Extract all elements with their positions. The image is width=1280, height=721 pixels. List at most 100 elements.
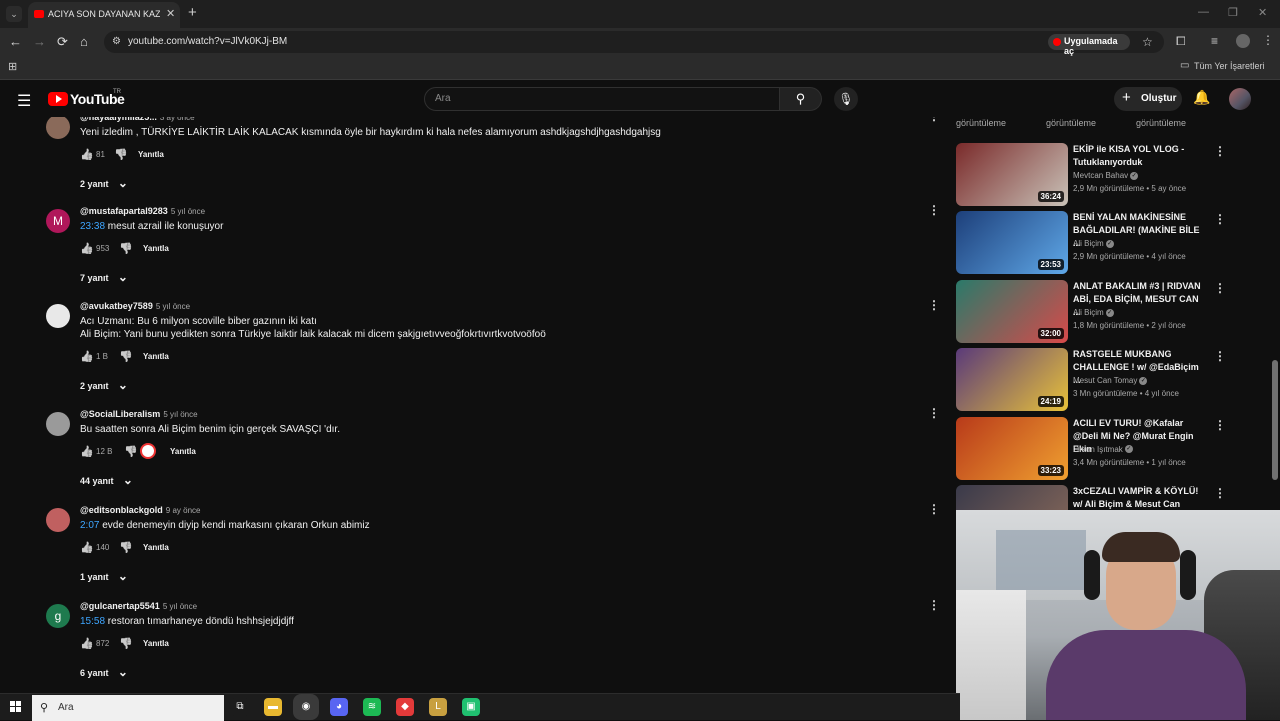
view-replies-button[interactable]: 1 yanıt ⌄ — [80, 569, 128, 583]
view-replies-button[interactable]: 7 yanıt ⌄ — [80, 270, 128, 284]
reply-button[interactable]: Yanıtla — [143, 244, 169, 253]
comment-time[interactable]: 5 yıl önce — [163, 410, 197, 419]
video-options-icon[interactable]: ⋮ — [1214, 144, 1226, 158]
like-icon[interactable]: 👍 — [80, 148, 94, 161]
comment-author[interactable]: @SocialLiberalism — [80, 409, 160, 419]
address-bar[interactable]: ⚙ youtube.com/watch?v=JlVk0KJj-BM Uygula… — [104, 31, 1164, 56]
video-options-icon[interactable]: ⋮ — [1214, 212, 1226, 226]
forward-button[interactable]: → — [33, 34, 46, 49]
dislike-icon[interactable]: 👎 — [119, 637, 133, 650]
comment-options-icon[interactable]: ⋮ — [928, 502, 940, 516]
comment-avatar[interactable]: M — [46, 209, 70, 233]
comment-options-icon[interactable]: ⋮ — [928, 117, 940, 123]
close-window-button[interactable]: ✕ — [1258, 6, 1267, 19]
maximize-button[interactable]: ❐ — [1228, 6, 1238, 19]
channel-name[interactable]: Ali Biçim — [1073, 308, 1104, 317]
reply-button[interactable]: Yanıtla — [143, 639, 169, 648]
comment-avatar[interactable] — [46, 304, 70, 328]
discord-icon[interactable]: ◕ — [330, 698, 348, 716]
comment-options-icon[interactable]: ⋮ — [928, 406, 940, 420]
comment-options-icon[interactable]: ⋮ — [928, 298, 940, 312]
scrollbar-thumb[interactable] — [1272, 360, 1278, 480]
channel-name[interactable]: Mevtcan Bahav — [1073, 171, 1128, 180]
new-tab-button[interactable]: + — [188, 4, 197, 21]
view-replies-button[interactable]: 6 yanıt ⌄ — [80, 665, 128, 679]
profile-avatar-icon[interactable] — [1236, 34, 1250, 48]
league-icon[interactable]: L — [429, 698, 447, 716]
video-thumbnail[interactable]: 36:24 — [956, 143, 1068, 206]
video-options-icon[interactable]: ⋮ — [1214, 418, 1226, 432]
reload-button[interactable]: ⟳ — [57, 34, 68, 50]
file-explorer-icon[interactable]: ▬ — [264, 698, 282, 716]
comment-time[interactable]: 5 yıl önce — [163, 602, 197, 611]
dislike-icon[interactable]: 👎 — [114, 148, 128, 161]
comment-timestamp-link[interactable]: 2:07 — [80, 520, 99, 531]
browser-tab[interactable]: ACIYA SON DAYANAN KAZANIR ✕ — [28, 2, 180, 28]
video-thumbnail[interactable]: 33:23 — [956, 416, 1068, 480]
comment-avatar[interactable] — [46, 117, 70, 139]
video-thumbnail[interactable]: 23:53 — [956, 211, 1068, 275]
comment-time[interactable]: 3 ay önce — [160, 117, 195, 122]
video-thumbnail[interactable] — [956, 485, 1068, 510]
dislike-icon[interactable]: 👎 — [119, 350, 133, 363]
comment-avatar[interactable] — [46, 508, 70, 532]
site-info-icon[interactable]: ⚙ — [112, 36, 121, 47]
tab-close-icon[interactable]: ✕ — [166, 7, 175, 20]
extensions-icon[interactable]: ⧠ — [1176, 34, 1186, 49]
reply-button[interactable]: Yanıtla — [170, 447, 196, 456]
browser-menu-icon[interactable]: ⋮ — [1262, 33, 1274, 47]
voice-search-mic-icon[interactable]: 🎙 — [834, 87, 858, 111]
dislike-icon[interactable]: 👎 — [119, 242, 133, 255]
all-bookmarks-link[interactable]: Tüm Yer İşaretleri — [1194, 61, 1265, 71]
task-view-icon[interactable]: ⧉ — [231, 698, 249, 716]
video-options-icon[interactable]: ⋮ — [1214, 486, 1226, 500]
video-title[interactable]: EKİP ile KISA YOL VLOG - Tutuklanıyorduk — [1073, 143, 1207, 169]
video-title[interactable]: 3xCEZALI VAMPİR & KÖYLÜ! w/ Ali Biçim & … — [1073, 485, 1207, 510]
create-button[interactable]: + Oluştur — [1114, 87, 1182, 111]
reading-list-icon[interactable]: ≡ — [1211, 34, 1218, 48]
open-in-app-button[interactable]: Uygulamada aç — [1048, 34, 1130, 56]
reply-button[interactable]: Yanıtla — [138, 150, 164, 159]
comment-author[interactable]: @hayaalymilaz5... — [80, 117, 157, 122]
view-replies-button[interactable]: 2 yanıt ⌄ — [80, 176, 128, 190]
comment-time[interactable]: 9 ay önce — [166, 506, 201, 515]
windows-start-icon[interactable] — [10, 701, 22, 713]
video-options-icon[interactable]: ⋮ — [1214, 281, 1226, 295]
reply-button[interactable]: Yanıtla — [143, 543, 169, 552]
app-red-icon[interactable]: ◆ — [396, 698, 414, 716]
comment-timestamp-link[interactable]: 23:38 — [80, 221, 105, 232]
hamburger-menu-icon[interactable]: ☰ — [17, 91, 31, 111]
channel-name[interactable]: Mesut Can Tomay — [1073, 376, 1137, 385]
comment-avatar[interactable]: g — [46, 604, 70, 628]
notifications-bell-icon[interactable]: 🔔 — [1193, 89, 1210, 106]
comment-timestamp-link[interactable]: 15:58 — [80, 616, 105, 627]
view-replies-button[interactable]: 44 yanıt ⌄ — [80, 473, 133, 487]
video-thumbnail[interactable]: 24:19 — [956, 348, 1068, 412]
apps-grid-icon[interactable]: ⊞ — [8, 60, 17, 73]
comment-options-icon[interactable]: ⋮ — [928, 598, 940, 612]
channel-name[interactable]: Orkun Işıtmak — [1073, 445, 1123, 454]
like-icon[interactable]: 👍 — [80, 242, 94, 255]
comment-time[interactable]: 5 yıl önce — [156, 302, 190, 311]
minimize-button[interactable]: — — [1198, 6, 1209, 18]
comment-author[interactable]: @mustafapartal9283 — [80, 206, 168, 216]
tab-search-button[interactable]: ⌄ — [6, 6, 22, 22]
channel-name[interactable]: Ali Biçim — [1073, 239, 1104, 248]
reply-button[interactable]: Yanıtla — [143, 352, 169, 361]
app-green-icon[interactable]: ▣ — [462, 698, 480, 716]
comment-author[interactable]: @avukatbey7589 — [80, 301, 153, 311]
search-button[interactable]: ⚲ — [780, 87, 822, 111]
youtube-search-input[interactable]: Ara — [424, 87, 780, 111]
back-button[interactable]: ← — [9, 34, 22, 49]
bookmark-star-icon[interactable]: ☆ — [1142, 35, 1153, 49]
comment-author[interactable]: @editsonblackgold — [80, 505, 163, 515]
like-icon[interactable]: 👍 — [80, 350, 94, 363]
account-avatar[interactable] — [1229, 88, 1251, 110]
comment-author[interactable]: @gulcanertap5541 — [80, 601, 160, 611]
video-options-icon[interactable]: ⋮ — [1214, 349, 1226, 363]
dislike-icon[interactable]: 👎 — [119, 541, 133, 554]
view-replies-button[interactable]: 2 yanıt ⌄ — [80, 378, 128, 392]
like-icon[interactable]: 👍 — [80, 541, 94, 554]
comment-options-icon[interactable]: ⋮ — [928, 203, 940, 217]
spotify-icon[interactable]: ≋ — [363, 698, 381, 716]
